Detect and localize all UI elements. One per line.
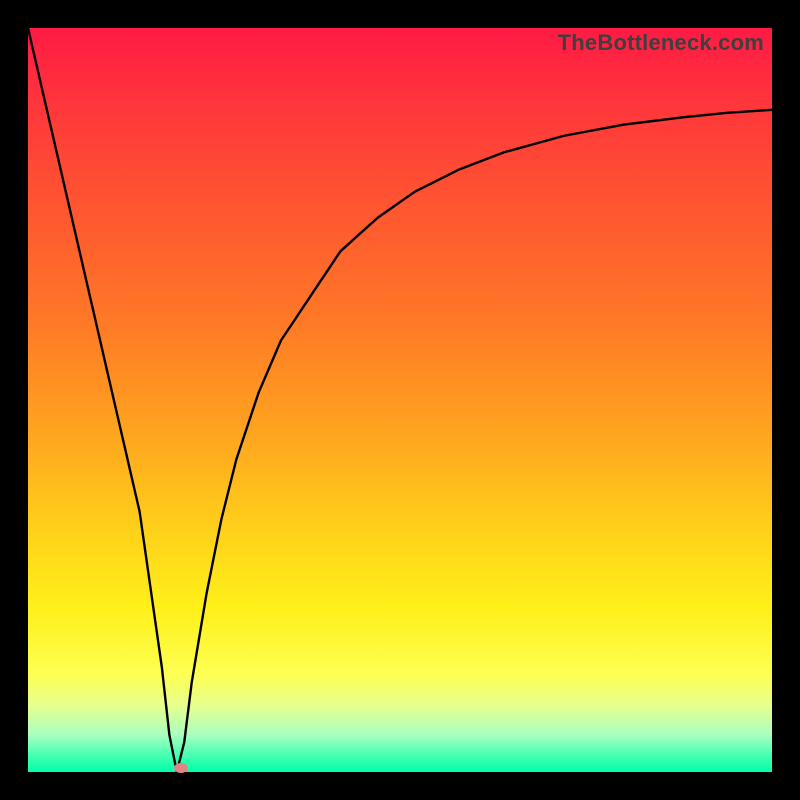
min-marker-icon xyxy=(174,763,188,773)
chart-frame: TheBottleneck.com xyxy=(0,0,800,800)
plot-area: TheBottleneck.com xyxy=(28,28,772,772)
curve-path xyxy=(28,28,772,772)
line-curve xyxy=(28,28,772,772)
